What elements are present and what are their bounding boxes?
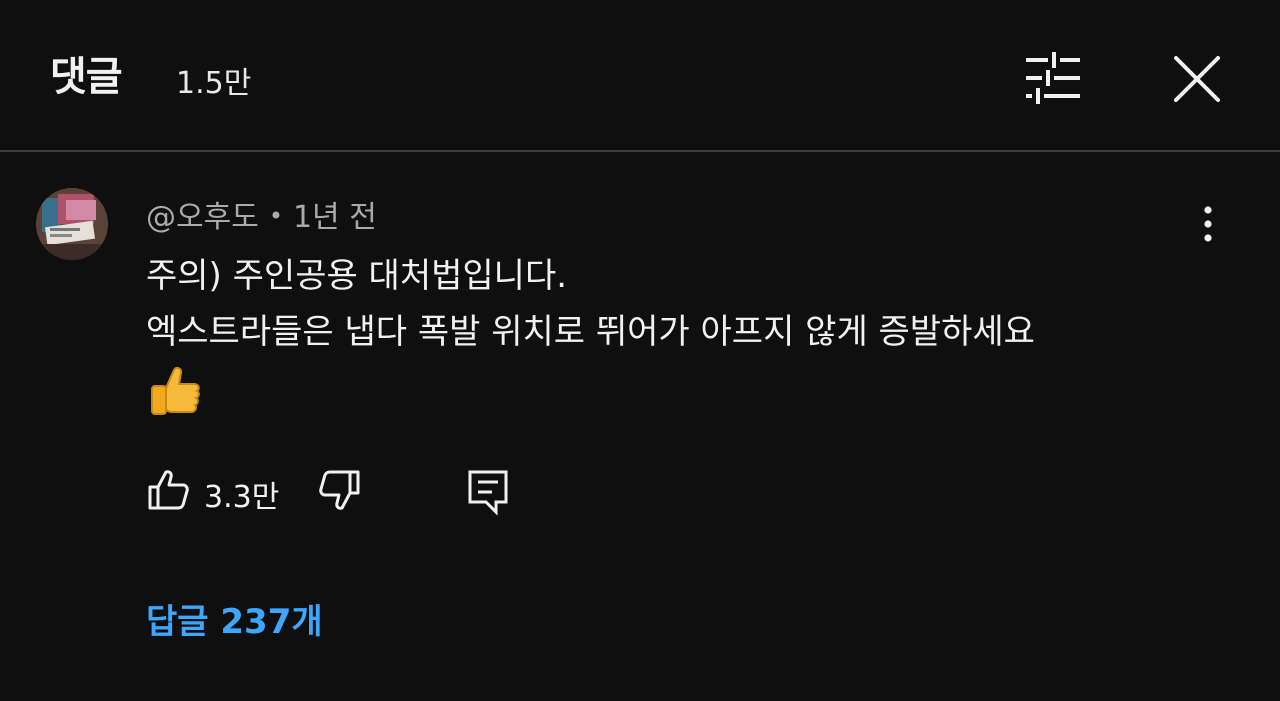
avatar-image bbox=[36, 188, 108, 260]
comments-title: 댓글 bbox=[50, 54, 123, 100]
close-icon bbox=[1174, 56, 1220, 102]
sliders-icon bbox=[1026, 52, 1080, 104]
like-button[interactable] bbox=[146, 468, 190, 512]
comment-line: 주의) 주인공용 대처법입니다. bbox=[146, 256, 568, 296]
comments-header: 댓글 1.5만 bbox=[0, 0, 1280, 152]
like-count: 3.3만 bbox=[204, 480, 280, 515]
reply-button[interactable] bbox=[466, 468, 510, 516]
avatar[interactable] bbox=[36, 188, 108, 260]
view-replies-link[interactable]: 답글 237개 bbox=[146, 594, 323, 643]
thumb-down-outline-icon bbox=[319, 470, 360, 510]
meta-separator: • bbox=[268, 202, 283, 230]
sort-filter-button[interactable] bbox=[1020, 50, 1086, 106]
thumbs-up-emoji bbox=[146, 364, 202, 420]
comment-body: 주의) 주인공용 대처법입니다. 엑스트라들은 냅다 폭발 위치로 뛰어가 아프… bbox=[146, 248, 1206, 360]
comment-menu-button[interactable] bbox=[1190, 202, 1226, 246]
comment-meta: @오후도 • 1년 전 bbox=[146, 192, 377, 236]
more-vertical-icon bbox=[1204, 206, 1212, 242]
comment-line: 엑스트라들은 냅다 폭발 위치로 뛰어가 아프지 않게 증발하세요 bbox=[146, 312, 1035, 352]
comments-count: 1.5만 bbox=[176, 66, 252, 101]
comment-reply-icon bbox=[468, 470, 508, 516]
close-button[interactable] bbox=[1168, 50, 1226, 108]
comment-time: 1년 전 bbox=[292, 200, 377, 235]
dislike-button[interactable] bbox=[316, 468, 362, 512]
thumb-up-outline-icon bbox=[148, 470, 189, 510]
comment-actions: 3.3만 bbox=[146, 468, 546, 518]
comment-author[interactable]: @오후도 bbox=[146, 200, 259, 235]
